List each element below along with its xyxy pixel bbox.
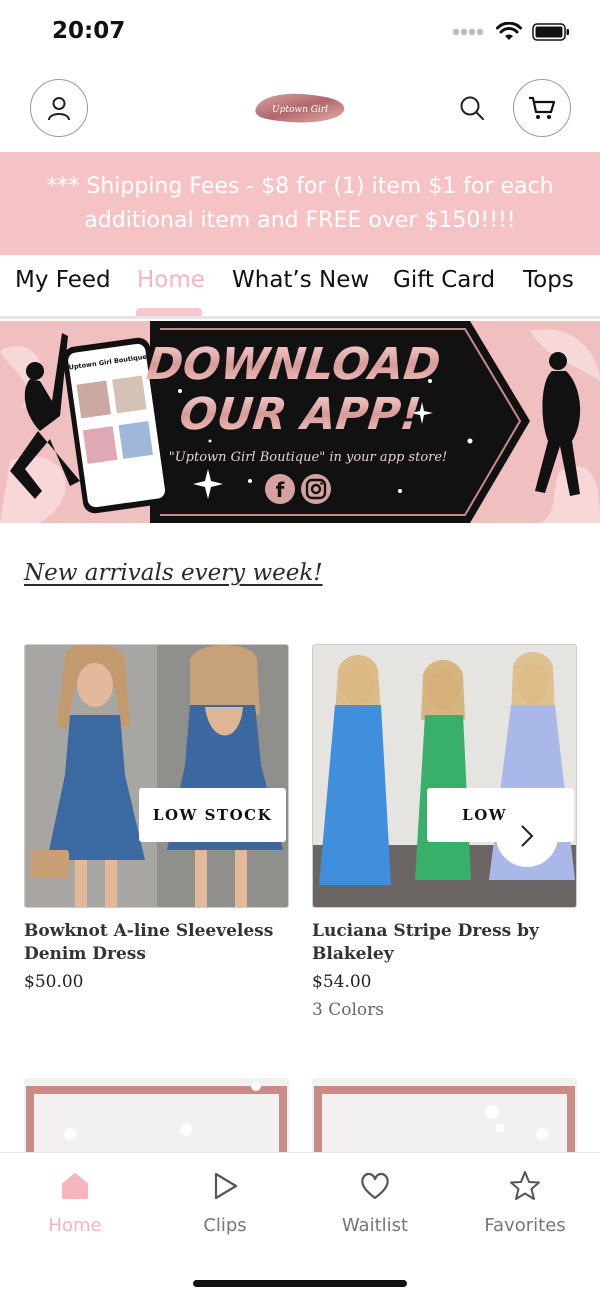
wifi-icon [496,22,522,40]
account-button[interactable] [30,79,88,137]
section-title: New arrivals every week! [24,560,323,586]
tab-gift-card[interactable]: Gift Card [393,267,495,293]
product-card-loading [24,1078,289,1158]
product-card-loading [312,1078,577,1158]
nav-favorites-label: Favorites [484,1215,566,1236]
product-colors: 3 Colors [312,1000,384,1020]
search-button[interactable] [456,92,488,124]
hero-headline-1: DOWNLOAD [144,339,443,390]
product-image[interactable]: LOW ST [312,644,577,908]
promo-line-2: additional item and FREE over $150!!!! [84,208,516,233]
nav-home[interactable]: Home [0,1169,150,1236]
app-header: Uptown Girl [0,66,600,152]
product-price: $50.00 [24,972,84,992]
star-icon [510,1171,540,1200]
active-tab-indicator [136,308,202,316]
search-icon [460,96,484,120]
status-bar: 20:07 [0,0,600,66]
product-card[interactable]: LOW ST Luciana Stripe Dress by Blakeley … [312,644,577,1020]
tab-home[interactable]: Home [137,267,205,293]
home-icon [62,1173,88,1199]
play-icon [214,1172,238,1200]
hero-headline-2: OUR APP! [177,389,423,440]
user-icon [48,97,70,121]
nav-waitlist-label: Waitlist [341,1215,409,1236]
battery-icon [532,23,569,41]
status-time: 20:07 [52,18,126,44]
signal-icon [452,28,484,36]
product-name[interactable]: Luciana Stripe Dress by Blakeley [312,920,577,966]
nav-clips-label: Clips [203,1215,247,1236]
nav-waitlist[interactable]: Waitlist [300,1169,450,1236]
product-image[interactable]: LOW STOCK [24,644,289,908]
product-card[interactable]: LOW STOCK Bowknot A-line Sleeveless Deni… [24,644,289,992]
status-icons [452,22,570,42]
download-app-banner[interactable]: Uptown Girl Boutique DOWNLOAD OUR APP! "… [0,321,600,523]
heart-icon [361,1172,389,1200]
category-tabs: My Feed Home What’s New Gift Card Tops [0,255,600,319]
cart-button[interactable] [513,79,571,137]
hero-caption: "Uptown Girl Boutique" in your app store… [169,450,448,465]
next-image-button[interactable] [496,805,558,867]
instagram-icon [301,474,331,504]
low-stock-badge: LOW STOCK [139,788,286,842]
logo-text: Uptown Girl [272,105,328,115]
facebook-icon: f [265,474,295,504]
shipping-promo-banner: *** Shipping Fees - $8 for (1) item $1 f… [0,152,600,255]
bottom-tab-bar: Home Clips Waitlist Favorites [0,1152,600,1299]
promo-line-1: *** Shipping Fees - $8 for (1) item $1 f… [46,174,554,199]
product-price: $54.00 [312,972,372,992]
nav-clips[interactable]: Clips [150,1169,300,1236]
brand-logo[interactable]: Uptown Girl [252,90,348,126]
nav-home-label: Home [48,1215,102,1236]
tab-tops[interactable]: Tops [523,267,574,293]
nav-favorites[interactable]: Favorites [450,1169,600,1236]
chevron-right-icon [521,825,534,847]
tab-my-feed[interactable]: My Feed [15,267,111,293]
cart-icon [529,96,556,119]
home-indicator [193,1280,407,1287]
product-name[interactable]: Bowknot A-line Sleeveless Denim Dress [24,920,289,966]
tab-whats-new[interactable]: What’s New [232,267,369,293]
svg-text:f: f [276,478,285,502]
